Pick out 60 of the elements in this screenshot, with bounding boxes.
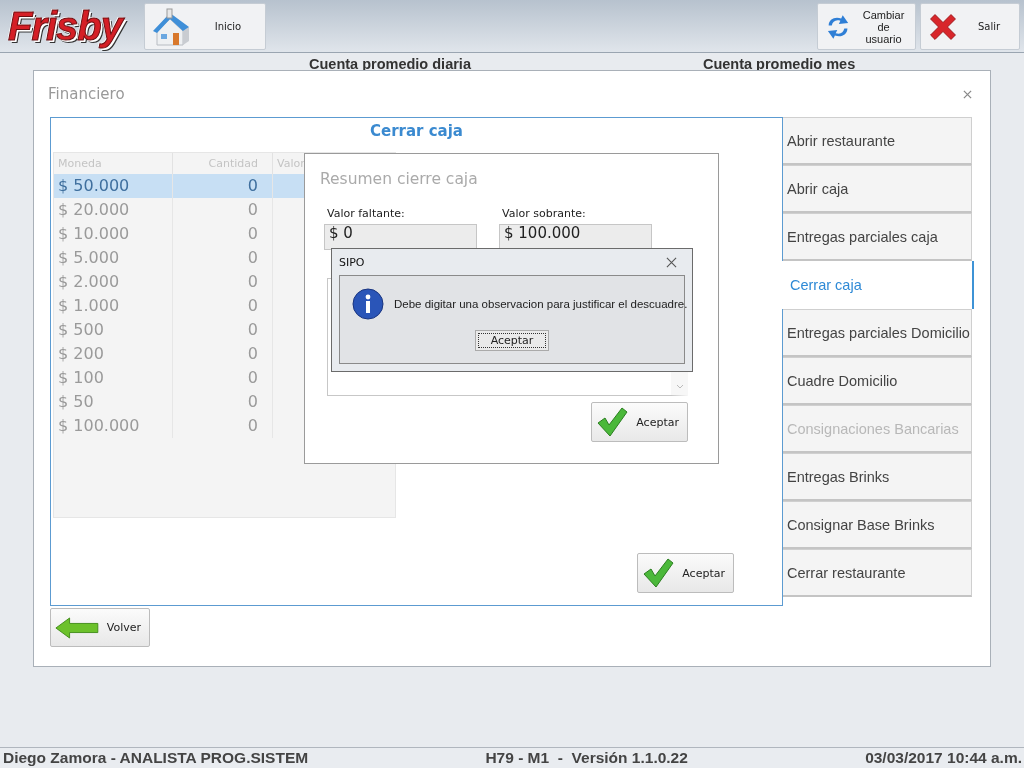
table-cell: 0	[173, 198, 273, 222]
message-box-title: SIPO	[339, 255, 365, 269]
version-label: H79 - M1 - Versión 1.1.0.22	[485, 749, 688, 767]
table-cell: $ 50.000	[54, 174, 173, 198]
toolbar-button[interactable]: Cambiar de usuario	[817, 3, 916, 50]
table-cell: $ 1.000	[54, 294, 173, 318]
table-cell: $ 20.000	[54, 198, 173, 222]
menu-item[interactable]: Consignar Base Brinks	[783, 501, 972, 549]
toolbar-button[interactable]: Salir	[920, 3, 1020, 50]
checkmark-icon	[642, 557, 675, 589]
user-label: Diego Zamora - ANALISTA PROG.SISTEM	[3, 749, 309, 767]
table-cell: $ 5.000	[54, 246, 173, 270]
accept-button[interactable]: Aceptar	[591, 402, 688, 442]
table-cell: $ 50	[54, 390, 173, 414]
menu-item[interactable]: Cuadre Domicilio	[783, 357, 972, 405]
back-button[interactable]: Volver	[50, 608, 150, 647]
logo: Frisby	[8, 3, 126, 49]
table-cell: $ 2.000	[54, 270, 173, 294]
table-cell: $ 200	[54, 342, 173, 366]
table-cell: 0	[173, 294, 273, 318]
menu-item[interactable]: Entregas parciales caja	[783, 213, 972, 261]
message-text: Debe digitar una observacion para justificar el descuadre.	[394, 298, 688, 310]
table-cell: $ 100	[54, 366, 173, 390]
menu-item[interactable]: Abrir caja	[783, 165, 972, 213]
window-title: Financiero	[48, 85, 125, 103]
table-cell: 0	[173, 222, 273, 246]
menu-item[interactable]: Entregas parciales Domicilio	[783, 309, 972, 357]
accept-button[interactable]: Aceptar	[637, 553, 734, 593]
datetime-label: 03/03/2017 10:44 a.m.	[865, 749, 1022, 767]
table-cell: 0	[173, 318, 273, 342]
stat-heading: Cuenta promedio diaria	[309, 56, 471, 72]
checkmark-icon	[596, 406, 629, 438]
input-field[interactable]: $ 100.000	[499, 224, 652, 250]
table-cell: 0	[173, 246, 273, 270]
scroll-down-icon[interactable]	[676, 384, 684, 390]
table-cell: $ 500	[54, 318, 173, 342]
table-cell: 0	[173, 366, 273, 390]
field-label: Valor faltante:	[326, 207, 406, 220]
close-icon[interactable]	[665, 256, 678, 268]
panel-title: Cerrar caja	[369, 121, 464, 142]
table-cell: $ 100.000	[54, 414, 173, 438]
ok-button[interactable]: Aceptar	[475, 330, 549, 351]
menu-item[interactable]: Entregas Brinks	[783, 453, 972, 501]
toolbar-button[interactable]: Inicio	[144, 3, 266, 50]
menu-item[interactable]: Cerrar restaurante	[783, 549, 972, 597]
table-cell: 0	[173, 342, 273, 366]
table-cell: $ 10.000	[54, 222, 173, 246]
menu-item[interactable]: Cerrar caja	[782, 261, 974, 309]
table-cell: 0	[173, 414, 273, 438]
table-cell: 0	[173, 270, 273, 294]
input-field[interactable]: $ 0	[324, 224, 477, 250]
left-arrow-icon	[55, 615, 99, 640]
menu-item[interactable]: Abrir restaurante	[783, 117, 972, 165]
info-icon	[352, 288, 384, 320]
table-cell: 0	[173, 174, 273, 198]
table-cell: 0	[173, 390, 273, 414]
field-label: Valor sobrante:	[501, 207, 587, 220]
close-icon[interactable]	[963, 89, 972, 99]
stat-heading: Cuenta promedio mes	[702, 56, 856, 72]
house-icon	[151, 6, 191, 47]
